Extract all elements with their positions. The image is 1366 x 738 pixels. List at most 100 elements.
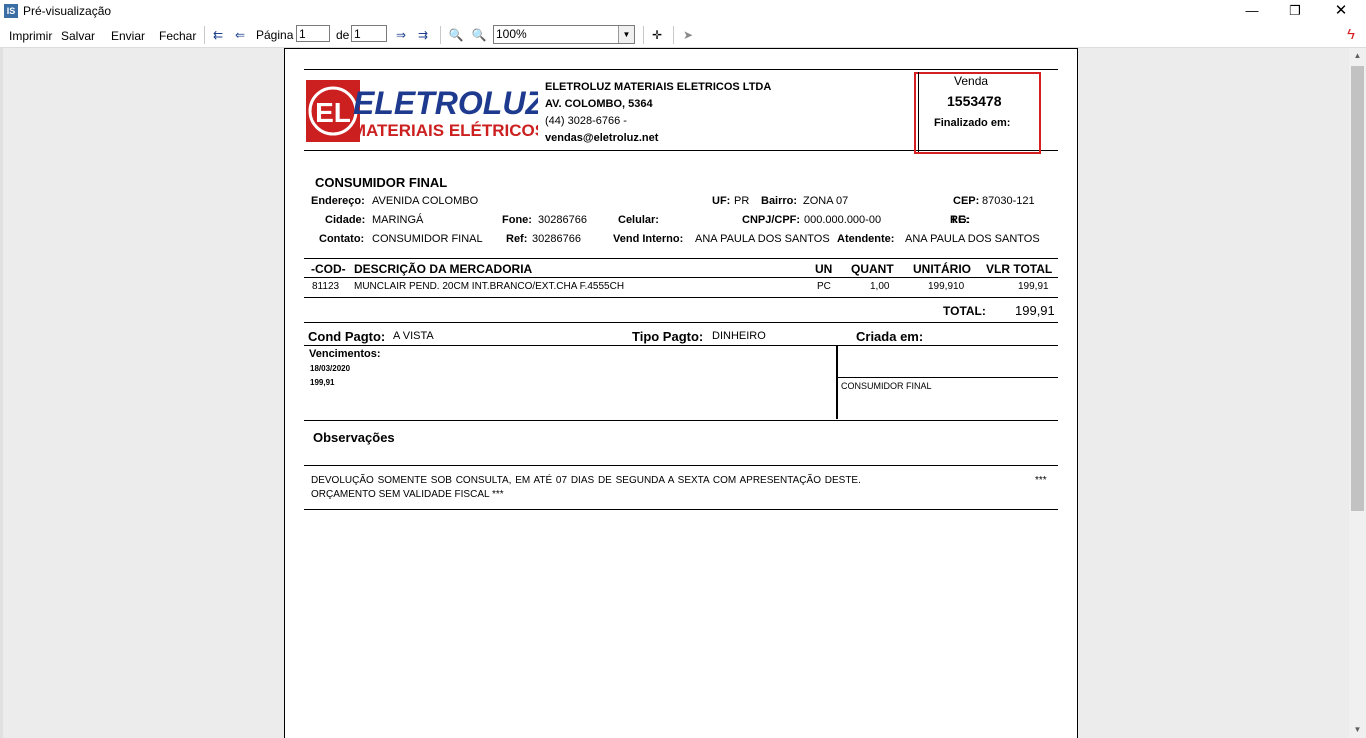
scroll-up-icon[interactable]: ▲ [1349,48,1366,64]
divider [918,72,919,152]
item-qty: 1,00 [870,281,890,292]
notes-line-2: ORÇAMENTO SEM VALIDADE FISCAL *** [311,489,504,500]
divider [304,277,1058,278]
divider [304,297,1058,298]
col-unit-header: UNITÁRIO [913,262,971,276]
item-total: 199,91 [1018,281,1049,292]
zoom-select[interactable]: 100% ▼ [493,25,635,44]
attendant-value: ANA PAULA DOS SANTOS [905,233,1040,245]
close-button[interactable]: Fechar [159,29,196,43]
pointer-icon[interactable]: ➤ [679,26,697,44]
of-label: de [336,28,350,42]
divider [304,465,1058,466]
next-page-icon[interactable]: ⇒ [392,26,410,44]
ref-value: 30286766 [532,233,581,245]
window-title: Pré-visualização [23,4,112,18]
previous-page-icon[interactable]: ⇐ [231,26,249,44]
toolbar: Imprimir Salvar Enviar Fechar ⇇ ⇐ Página… [0,23,1366,48]
address-label: Endereço: [311,195,365,207]
item-un: PC [817,281,831,292]
district-label: Bairro: [761,195,798,207]
total-pages-field: 1 [351,25,387,42]
total-value: 199,91 [1015,303,1055,318]
zoom-value: 100% [496,27,527,41]
cond-value: A VISTA [393,330,434,342]
item-desc: MUNCLAIR PEND. 20CM INT.BRANCO/EXT.CHA F… [354,281,625,292]
col-total-header: VLR TOTAL [986,262,1053,276]
scroll-thumb[interactable] [1351,66,1364,511]
page-label: Página [256,28,294,42]
company-logo: EL ELETROLUZ MATERIAIS ELÉTRICOS [306,80,546,142]
col-qty-header: QUANT [851,262,894,276]
customer-name: CONSUMIDOR FINAL [315,175,448,190]
total-label: TOTAL: [943,304,986,318]
district-value: ZONA 07 [803,195,849,207]
mobile-label: Celular: [618,214,659,226]
toolbar-separator [643,26,644,44]
page-number-input[interactable]: 1 [296,25,330,42]
print-button[interactable]: Imprimir [9,29,52,43]
finalized-label: Finalizado em: [934,117,1011,129]
ie-label: I.E: [952,214,970,226]
divider [304,322,1058,323]
type-label: Tipo Pagto: [632,329,704,344]
svg-text:ELETROLUZ: ELETROLUZ [353,85,538,121]
divider [304,69,1058,70]
app-icon: IS [4,4,18,18]
save-button[interactable]: Salvar [61,29,95,43]
notes-line-1: DEVOLUÇÃO SOMENTE SOB CONSULTA, EM ATÉ 0… [311,475,861,486]
logo-mark-icon: EL ELETROLUZ MATERIAIS ELÉTRICOS [306,80,546,142]
close-window-button[interactable]: ✕ [1318,0,1364,22]
first-page-icon[interactable]: ⇇ [209,26,227,44]
signature-line [838,377,1058,378]
cond-label: Cond Pagto: [308,329,386,344]
page-setup-icon[interactable]: ✛ [648,26,666,44]
toolbar-separator [673,26,674,44]
title-bar: IS Pré-visualização — ❐ ✕ [0,0,1366,23]
seller-label: Vend Interno: [613,233,684,245]
cnpj-label: CNPJ/CPF: [742,214,801,226]
created-label: Criada em: [856,329,924,344]
sale-number: 1553478 [947,93,1002,109]
svg-text:EL: EL [315,97,351,128]
address-value: AVENIDA COLOMBO [372,195,479,207]
col-un-header: UN [815,262,833,276]
brand-icon: ϟ [1347,26,1355,43]
svg-text:MATERIAIS ELÉTRICOS: MATERIAIS ELÉTRICOS [352,121,538,140]
phone-label: Fone: [502,214,532,226]
company-address: AV. COLOMBO, 5364 [545,98,653,110]
last-page-icon[interactable]: ⇉ [414,26,432,44]
due-label: Vencimentos: [309,348,381,360]
divider [836,345,838,419]
cep-value: 87030-121 [982,195,1035,207]
col-desc-header: DESCRIÇÃO DA MERCADORIA [354,262,533,276]
company-name: ELETROLUZ MATERIAIS ELETRICOS LTDA [545,81,772,93]
city-value: MARINGÁ [372,214,424,226]
uf-value: PR [734,195,750,207]
restore-button[interactable]: ❐ [1272,0,1318,22]
seller-value: ANA PAULA DOS SANTOS [695,233,830,245]
toolbar-separator [440,26,441,44]
zoom-out-icon[interactable]: 🔍 [447,26,465,44]
notes-title: Observações [313,430,395,445]
company-phone: (44) 3028-6766 - [545,115,627,127]
send-button[interactable]: Enviar [111,29,145,43]
divider [304,258,1058,259]
phone-value: 30286766 [538,214,587,226]
due-value: 199,91 [310,378,335,387]
signature-name: CONSUMIDOR FINAL [841,381,932,391]
item-unit-price: 199,910 [928,281,965,292]
item-cod: 81123 [312,281,340,292]
chevron-down-icon[interactable]: ▼ [618,26,634,43]
minimize-button[interactable]: — [1229,0,1275,22]
sale-label: Venda [954,74,989,88]
company-email: vendas@eletroluz.net [545,132,659,144]
attendant-label: Atendente: [837,233,895,245]
contact-label: Contato: [319,233,365,245]
divider [304,509,1058,510]
zoom-in-icon[interactable]: 🔍 [470,26,488,44]
scroll-down-icon[interactable]: ▼ [1349,722,1366,738]
ref-label: Ref: [506,233,528,245]
vertical-scrollbar[interactable]: ▲ ▼ [1349,48,1366,738]
col-cod-header: -COD- [311,262,346,276]
